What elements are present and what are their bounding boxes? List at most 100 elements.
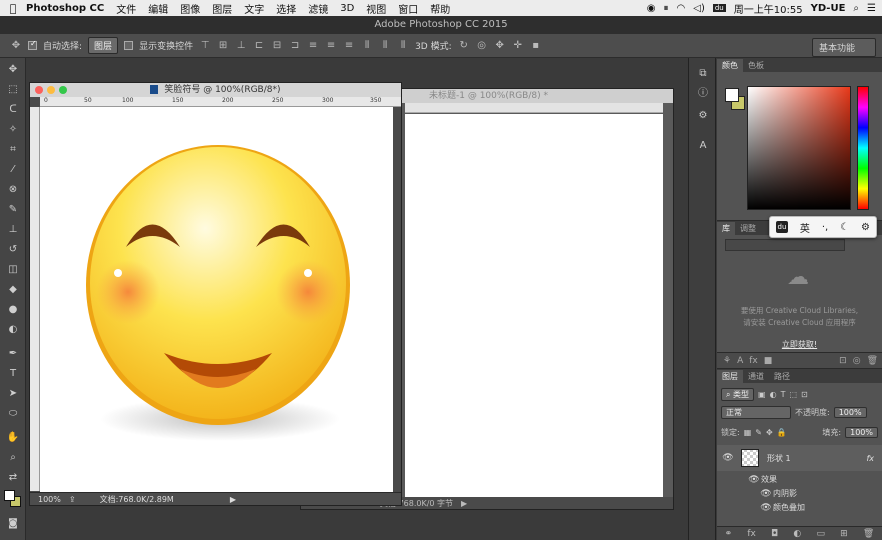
canvas-untitled[interactable] xyxy=(405,114,663,499)
eye-icon[interactable]: 👁 xyxy=(721,453,735,463)
zoom-tool-icon[interactable]: ⌕ xyxy=(5,450,21,466)
eyedropper-tool-icon[interactable]: ⁄ xyxy=(5,162,21,178)
add-graphic-icon[interactable]: ⚘ xyxy=(723,356,731,366)
auto-select-checkbox[interactable] xyxy=(28,41,37,50)
filter-shape-icon[interactable]: ⬚ xyxy=(789,390,797,399)
pen-tool-icon[interactable]: ✒ xyxy=(5,346,21,362)
crop-tool-icon[interactable]: ⌗ xyxy=(5,142,21,158)
stock-icon[interactable]: ⊡ xyxy=(839,356,847,366)
layer-row[interactable]: 👁 形状 1 fx xyxy=(717,445,882,471)
app-menu[interactable]: Photoshop CC xyxy=(26,3,104,14)
effect-row[interactable]: 👁 颜色叠加 xyxy=(717,501,882,514)
history-brush-tool-icon[interactable]: ↺ xyxy=(5,242,21,258)
move-tool-icon[interactable]: ✥ xyxy=(5,62,21,78)
filter-adjust-icon[interactable]: ◐ xyxy=(770,390,777,399)
3d-roll-icon[interactable]: ◎ xyxy=(476,40,488,52)
type-tool-icon[interactable]: T xyxy=(5,366,21,382)
filter-pixel-icon[interactable]: ▣ xyxy=(758,390,766,399)
sync-icon[interactable]: ◎ xyxy=(853,356,861,366)
filter-type-icon[interactable]: T xyxy=(781,390,786,399)
3d-rotate-icon[interactable]: ↻ xyxy=(458,40,470,52)
filter-smart-icon[interactable]: ⊡ xyxy=(801,390,808,399)
align-top-icon[interactable]: ⊤ xyxy=(199,40,211,52)
magic-wand-tool-icon[interactable]: ✧ xyxy=(5,122,21,138)
align-right-icon[interactable]: ⊐ xyxy=(289,40,301,52)
menu-file[interactable]: 文件 xyxy=(116,1,136,16)
3d-pan-icon[interactable]: ✥ xyxy=(494,40,506,52)
auto-select-dropdown[interactable]: 图层 xyxy=(88,37,119,54)
user-menu[interactable]: YD-UE xyxy=(811,3,846,14)
lock-position-icon[interactable]: ✥ xyxy=(766,428,773,437)
path-selection-tool-icon[interactable]: ➤ xyxy=(5,386,21,402)
apple-icon[interactable]:  xyxy=(0,2,26,15)
ime-logo-icon[interactable]: du xyxy=(775,221,788,233)
lock-transparent-icon[interactable]: ▦ xyxy=(744,428,752,437)
lock-image-icon[interactable]: ✎ xyxy=(755,428,762,437)
align-left-icon[interactable]: ⊏ xyxy=(253,40,265,52)
wifi-icon[interactable]: ◠ xyxy=(677,3,686,14)
tab-paths[interactable]: 路径 xyxy=(769,370,795,383)
move-tool-preset-icon[interactable]: ✥ xyxy=(10,40,22,52)
adjust-panel-icon[interactable]: ⚙ xyxy=(695,108,711,124)
delete-layer-icon[interactable]: 🗑 xyxy=(863,529,874,539)
distribute-right-icon[interactable]: ⦀ xyxy=(397,40,409,52)
eye-icon[interactable]: 👁 xyxy=(759,489,773,499)
new-group-icon[interactable]: ▭ xyxy=(816,529,825,539)
distribute-bottom-icon[interactable]: ≡ xyxy=(343,40,355,52)
canvas-smiley[interactable] xyxy=(40,107,393,494)
document-tab-smiley[interactable]: 笑脸符号 @ 100%(RGB/8*) xyxy=(30,83,401,97)
clock[interactable]: 周一上午10:55 xyxy=(734,1,803,16)
menu-filter[interactable]: 滤镜 xyxy=(308,1,328,16)
ime-language-toggle[interactable]: 英 xyxy=(800,220,810,235)
lasso-tool-icon[interactable]: ᑕ xyxy=(5,102,21,118)
distribute-left-icon[interactable]: ⦀ xyxy=(361,40,373,52)
distribute-top-icon[interactable]: ≡ xyxy=(307,40,319,52)
status-menu-icon[interactable]: ▶ xyxy=(461,499,467,508)
quick-mask-icon[interactable]: ◙ xyxy=(5,516,21,532)
layer-filter-dropdown[interactable]: ⌕ 类型 xyxy=(721,387,755,401)
tab-channels[interactable]: 通道 xyxy=(743,370,769,383)
tab-libraries[interactable]: 库 xyxy=(717,222,735,235)
document-window-smiley[interactable]: 笑脸符号 @ 100%(RGB/8*) 0 50 100 150 200 250… xyxy=(29,82,402,506)
menu-edit[interactable]: 编辑 xyxy=(148,1,168,16)
3d-slide-icon[interactable]: ✛ xyxy=(512,40,524,52)
character-panel-icon[interactable]: A xyxy=(695,138,711,154)
effect-row[interactable]: 👁 内阴影 xyxy=(717,487,882,500)
show-transform-checkbox[interactable] xyxy=(124,41,134,50)
eye-icon[interactable]: 👁 xyxy=(747,475,761,485)
foreground-color-swatch[interactable] xyxy=(4,490,15,501)
ime-moon-icon[interactable]: ☾ xyxy=(840,222,849,233)
paint-bucket-tool-icon[interactable]: ◆ xyxy=(5,282,21,298)
menu-window[interactable]: 窗口 xyxy=(398,1,418,16)
menu-layer[interactable]: 图层 xyxy=(212,1,232,16)
add-mask-icon[interactable]: ◘ xyxy=(771,529,778,539)
menu-image[interactable]: 图像 xyxy=(180,1,200,16)
menu-3d[interactable]: 3D xyxy=(340,3,354,14)
tab-adjustments[interactable]: 调整 xyxy=(735,222,761,235)
clone-stamp-tool-icon[interactable]: ⊥ xyxy=(5,222,21,238)
properties-panel-icon[interactable]: ⓘ xyxy=(695,86,711,102)
healing-brush-tool-icon[interactable]: ⊗ xyxy=(5,182,21,198)
close-window-button[interactable] xyxy=(35,86,43,94)
align-vcenter-icon[interactable]: ⊞ xyxy=(217,40,229,52)
fg-color-swatch[interactable] xyxy=(725,88,739,102)
menu-type[interactable]: 文字 xyxy=(244,1,264,16)
blur-tool-icon[interactable]: ● xyxy=(5,302,21,318)
align-bottom-icon[interactable]: ⊥ xyxy=(235,40,247,52)
link-layers-icon[interactable]: ⚭ xyxy=(725,529,733,539)
layer-thumbnail[interactable] xyxy=(741,449,759,467)
get-now-link[interactable]: 立即获取! xyxy=(717,339,882,350)
volume-icon[interactable]: ◁) xyxy=(693,3,705,14)
menu-help[interactable]: 帮助 xyxy=(430,1,450,16)
tab-swatches[interactable]: 色板 xyxy=(743,59,769,72)
trash-icon[interactable]: 🗑 xyxy=(867,356,878,366)
opacity-field[interactable]: 100% xyxy=(833,406,867,418)
zoom-window-button[interactable] xyxy=(59,86,67,94)
pause-icon[interactable]: ⏸ xyxy=(664,3,669,14)
distribute-vcenter-icon[interactable]: ≡ xyxy=(325,40,337,52)
minimize-window-button[interactable] xyxy=(47,86,55,94)
input-method-icon[interactable]: du xyxy=(712,4,726,12)
library-dropdown[interactable] xyxy=(725,239,845,251)
hand-tool-icon[interactable]: ✋ xyxy=(5,430,21,446)
eye-icon[interactable]: 👁 xyxy=(759,503,773,513)
